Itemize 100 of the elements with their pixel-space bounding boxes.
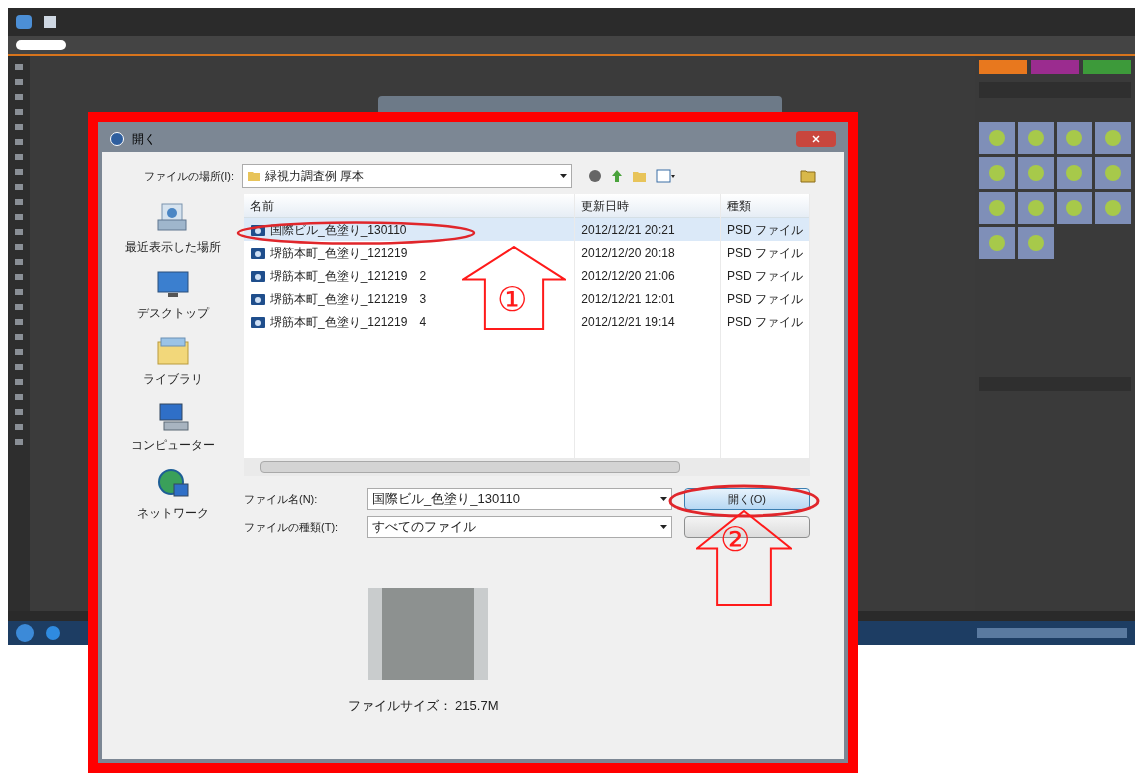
place-item[interactable]: 最近表示した場所 — [125, 202, 221, 256]
tool-icon[interactable] — [15, 424, 23, 430]
tool-icon[interactable] — [15, 319, 23, 325]
selected-file-row-cell[interactable]: PSD ファイル — [721, 218, 809, 241]
image-file-icon — [250, 245, 266, 260]
tool-icon[interactable] — [15, 409, 23, 415]
file-row-text[interactable]: PSD ファイル — [727, 266, 803, 285]
effect-thumbnail[interactable] — [979, 122, 1015, 154]
tool-icon[interactable] — [15, 259, 23, 265]
desktop-icon — [156, 270, 190, 300]
tool-icon[interactable] — [15, 229, 23, 235]
tool-icon[interactable] — [15, 94, 23, 100]
brush-preview-icon — [16, 40, 66, 50]
close-button[interactable] — [796, 131, 836, 147]
file-row-text[interactable]: 堺筋本町_色塗り_121219 2 — [270, 266, 427, 285]
effect-thumbnail[interactable] — [1017, 192, 1054, 224]
tool-icon[interactable] — [15, 139, 23, 145]
file-row-text[interactable]: PSD ファイル — [727, 243, 803, 262]
column-header[interactable]: 種類 — [721, 194, 809, 218]
tool-icon[interactable] — [15, 184, 23, 190]
dialog-title: 開く — [132, 131, 156, 148]
location-label: ファイルの場所(I): — [142, 168, 235, 184]
image-file-icon — [250, 268, 266, 283]
location-dropdown[interactable]: 緑視力調査例 厚本 — [242, 164, 572, 188]
filetype-dropdown[interactable]: すべてのファイル — [367, 516, 672, 538]
folder-icon — [247, 170, 261, 182]
app-icon — [110, 132, 124, 146]
effect-thumbnail[interactable] — [1095, 192, 1131, 224]
start-button[interactable] — [16, 624, 34, 642]
folder-up-icon[interactable] — [800, 169, 816, 183]
tool-icon[interactable] — [15, 124, 23, 130]
browser-icon[interactable] — [46, 626, 60, 640]
file-row-text[interactable]: 堺筋本町_色塗り_121219 — [270, 243, 408, 262]
image-file-icon — [250, 222, 266, 237]
file-row-text[interactable]: PSD ファイル — [727, 289, 803, 308]
effect-thumbnail[interactable] — [1056, 122, 1093, 154]
effect-thumbnail[interactable] — [1056, 157, 1093, 189]
place-item[interactable]: コンピューター — [131, 402, 215, 454]
filename-field[interactable]: 国際ビル_色塗り_130110 — [367, 488, 672, 510]
tool-icon[interactable] — [15, 79, 23, 85]
up-folder-icon[interactable] — [610, 169, 624, 183]
effect-thumbnail[interactable] — [1095, 122, 1131, 154]
view-menu-icon[interactable] — [656, 169, 676, 183]
filename-label: ファイル名(N): — [244, 491, 319, 507]
file-row-text[interactable]: PSD ファイル — [727, 312, 803, 331]
edit-tab[interactable] — [979, 60, 1027, 74]
tool-icon[interactable] — [15, 304, 23, 310]
tool-icon[interactable] — [15, 64, 23, 70]
effect-thumbnail[interactable] — [979, 192, 1015, 224]
tool-icon[interactable] — [15, 289, 23, 295]
tool-icon[interactable] — [15, 274, 23, 280]
tool-icon[interactable] — [15, 334, 23, 340]
place-item[interactable]: デスクトップ — [137, 270, 209, 322]
column-header[interactable]: 更新日時 — [575, 194, 720, 218]
network-globe-icon — [156, 468, 190, 500]
file-row-text[interactable]: 堺筋本町_色塗り_121219 4 — [270, 312, 427, 331]
share-tab[interactable] — [1083, 60, 1131, 74]
new-folder-icon[interactable] — [632, 169, 648, 183]
horizontal-scrollbar[interactable] — [244, 458, 810, 476]
tool-icon[interactable] — [15, 244, 23, 250]
effect-thumbnail[interactable] — [1017, 122, 1054, 154]
dropdown-caret-icon — [660, 497, 667, 501]
effect-thumbnail[interactable] — [1017, 157, 1054, 189]
tool-icon[interactable] — [15, 349, 23, 355]
filetype-label: ファイルの種類(T): — [244, 519, 340, 535]
file-row-text[interactable]: 2012/12/20 21:06 — [581, 266, 675, 285]
app-logo-icon — [16, 15, 32, 29]
create-tab[interactable] — [1031, 60, 1079, 74]
file-row-text[interactable]: 2012/12/20 20:18 — [581, 243, 675, 262]
column-header[interactable]: 名前 — [244, 194, 575, 218]
tool-icon[interactable] — [15, 169, 23, 175]
file-row-text[interactable]: 2012/12/21 12:01 — [581, 289, 675, 308]
recent-places-icon — [156, 202, 190, 234]
effect-thumbnail[interactable] — [1095, 157, 1131, 189]
file-row-text[interactable]: 2012/12/21 19:14 — [581, 312, 675, 331]
tool-icon[interactable] — [15, 109, 23, 115]
tool-icon[interactable] — [15, 364, 23, 370]
library-icon — [156, 336, 190, 366]
tool-icon[interactable] — [15, 199, 23, 205]
computer-icon — [156, 402, 190, 432]
tool-icon[interactable] — [15, 439, 23, 445]
scroll-thumb[interactable] — [260, 461, 680, 473]
place-item[interactable]: ネットワーク — [137, 468, 209, 522]
place-item[interactable]: ライブラリ — [143, 336, 203, 388]
effect-thumbnail[interactable] — [1017, 227, 1054, 259]
selected-file-row-cell[interactable]: 2012/12/21 20:21 — [575, 218, 720, 241]
image-file-icon — [250, 291, 266, 306]
file-size-text: ファイルサイズ： 215.7M — [347, 697, 499, 715]
tool-icon[interactable] — [15, 214, 23, 220]
effect-thumbnail[interactable] — [1056, 192, 1093, 224]
effect-thumbnail[interactable] — [979, 227, 1015, 259]
step-number: ② — [720, 522, 750, 556]
image-file-icon — [250, 314, 266, 329]
tool-icon[interactable] — [15, 379, 23, 385]
open-button[interactable]: 開く(O) — [684, 488, 810, 510]
tool-icon[interactable] — [15, 154, 23, 160]
tool-icon[interactable] — [15, 394, 23, 400]
effect-thumbnail[interactable] — [979, 157, 1015, 189]
close-icon — [812, 135, 820, 143]
file-row-text[interactable]: 堺筋本町_色塗り_121219 3 — [270, 289, 427, 308]
